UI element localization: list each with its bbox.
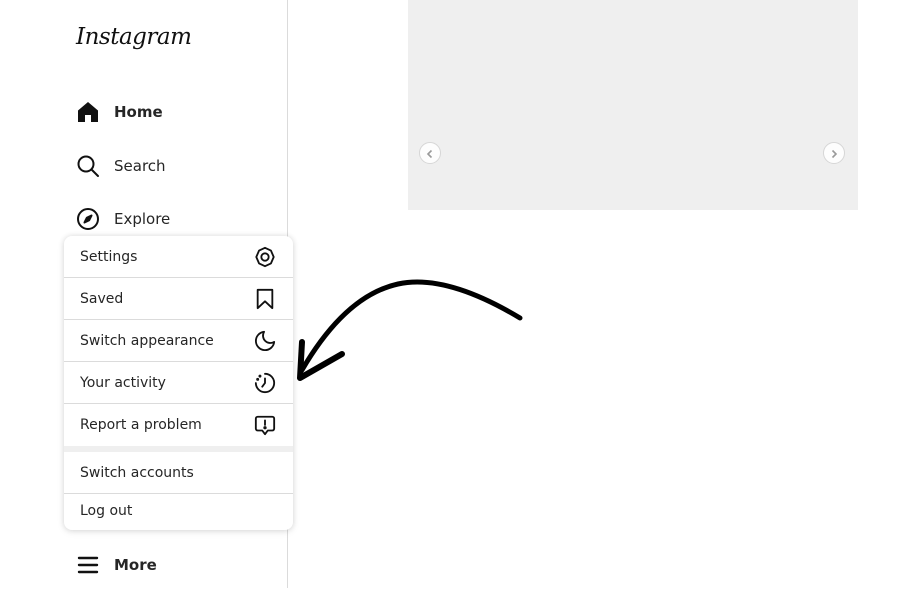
activity-icon [253,371,277,395]
chevron-left-icon [425,144,435,163]
menu-item-label: Settings [80,248,138,265]
menu-item-label: Switch appearance [80,332,214,349]
menu-item-switch-accounts[interactable]: Switch accounts [64,452,293,494]
report-icon [253,413,277,437]
menu-item-your-activity[interactable]: Your activity [64,362,293,404]
menu-item-log-out[interactable]: Log out [64,492,293,530]
sidebar-item-label: Search [114,157,166,175]
sidebar-item-label: More [114,556,157,574]
menu-item-report-a-problem[interactable]: Report a problem [64,404,293,446]
home-icon [76,100,100,124]
sidebar-item-home[interactable]: Home [76,98,163,126]
menu-item-label: Saved [80,290,124,307]
carousel-prev-button[interactable] [419,142,441,164]
menu-item-label: Switch accounts [80,464,194,481]
post-media [408,0,858,210]
search-icon [76,154,100,178]
curved-arrow-icon [297,279,523,381]
menu-item-saved[interactable]: Saved [64,278,293,320]
carousel-next-button[interactable] [823,142,845,164]
sidebar-item-more[interactable]: More [76,551,157,579]
menu-item-switch-appearance[interactable]: Switch appearance [64,320,293,362]
compass-icon [76,207,100,231]
sidebar-item-explore[interactable]: Explore [76,205,170,233]
menu-item-label: Your activity [80,374,166,391]
bookmark-icon [253,287,277,311]
sidebar-item-label: Home [114,103,163,121]
menu-item-settings[interactable]: Settings [64,236,293,278]
gear-icon [253,245,277,269]
menu-item-label: Report a problem [80,417,202,433]
hamburger-icon [76,553,100,577]
more-menu: Settings Saved Switch appearance Your ac… [64,236,293,530]
chevron-right-icon [829,144,839,163]
sidebar-item-search[interactable]: Search [76,152,166,180]
menu-item-label: Log out [80,503,133,519]
instagram-logo[interactable]: Instagram [76,24,192,50]
moon-icon [253,329,277,353]
sidebar-item-label: Explore [114,210,171,228]
